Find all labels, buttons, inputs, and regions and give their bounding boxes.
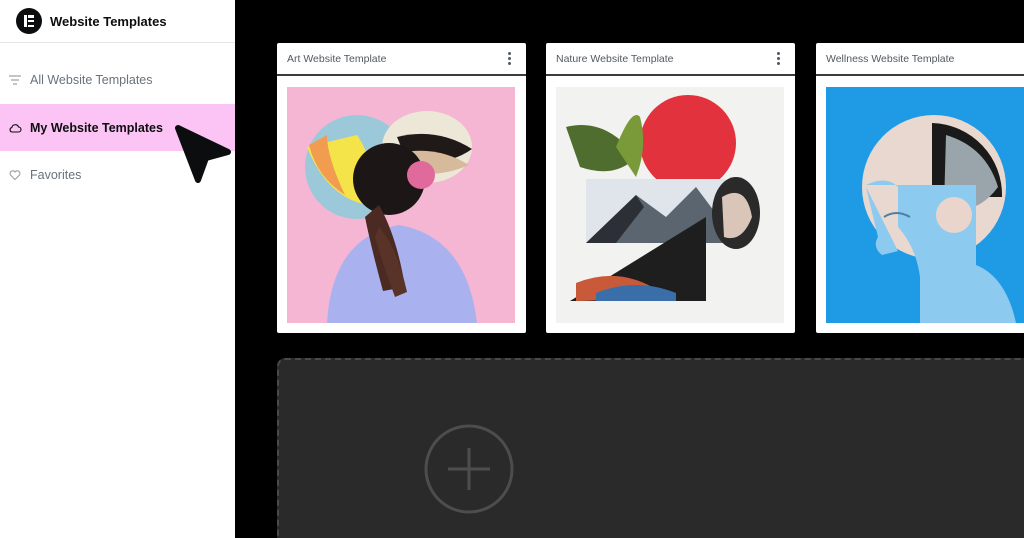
template-card-art[interactable]: Art Website Template <box>277 43 526 333</box>
art-collage-thumbnail <box>287 87 515 323</box>
sidebar: Website Templates All Website Templates … <box>0 0 235 538</box>
sidebar-item-label: My Website Templates <box>30 120 163 135</box>
sidebar-item-label: Favorites <box>30 167 82 182</box>
cloud-icon <box>9 123 22 133</box>
sidebar-brand: Website Templates <box>0 0 235 43</box>
wellness-collage-thumbnail <box>826 87 1024 323</box>
nature-collage-thumbnail <box>556 87 784 323</box>
card-header: Wellness Website Template <box>816 43 1024 76</box>
sidebar-item-label: All Website Templates <box>30 72 153 87</box>
card-title: Art Website Template <box>287 52 387 65</box>
card-header: Art Website Template <box>277 43 526 76</box>
heart-icon <box>9 169 21 180</box>
plus-circle-icon[interactable] <box>424 424 514 514</box>
elementor-logo-icon <box>16 8 42 34</box>
card-title: Wellness Website Template <box>826 52 955 65</box>
sidebar-item-all-templates[interactable]: All Website Templates <box>0 56 235 103</box>
templates-main-area: Art Website Template Nature Website Temp… <box>235 0 1024 538</box>
filter-lines-icon <box>9 74 21 85</box>
more-options-icon[interactable] <box>771 52 785 66</box>
template-card-wellness[interactable]: Wellness Website Template <box>816 43 1024 333</box>
more-options-icon[interactable] <box>502 52 516 66</box>
template-card-nature[interactable]: Nature Website Template <box>546 43 795 333</box>
sidebar-title: Website Templates <box>50 13 167 29</box>
card-title: Nature Website Template <box>556 52 674 65</box>
add-template-drop-zone[interactable] <box>277 358 1024 538</box>
pointer-cursor-icon <box>175 125 231 183</box>
card-header: Nature Website Template <box>546 43 795 76</box>
